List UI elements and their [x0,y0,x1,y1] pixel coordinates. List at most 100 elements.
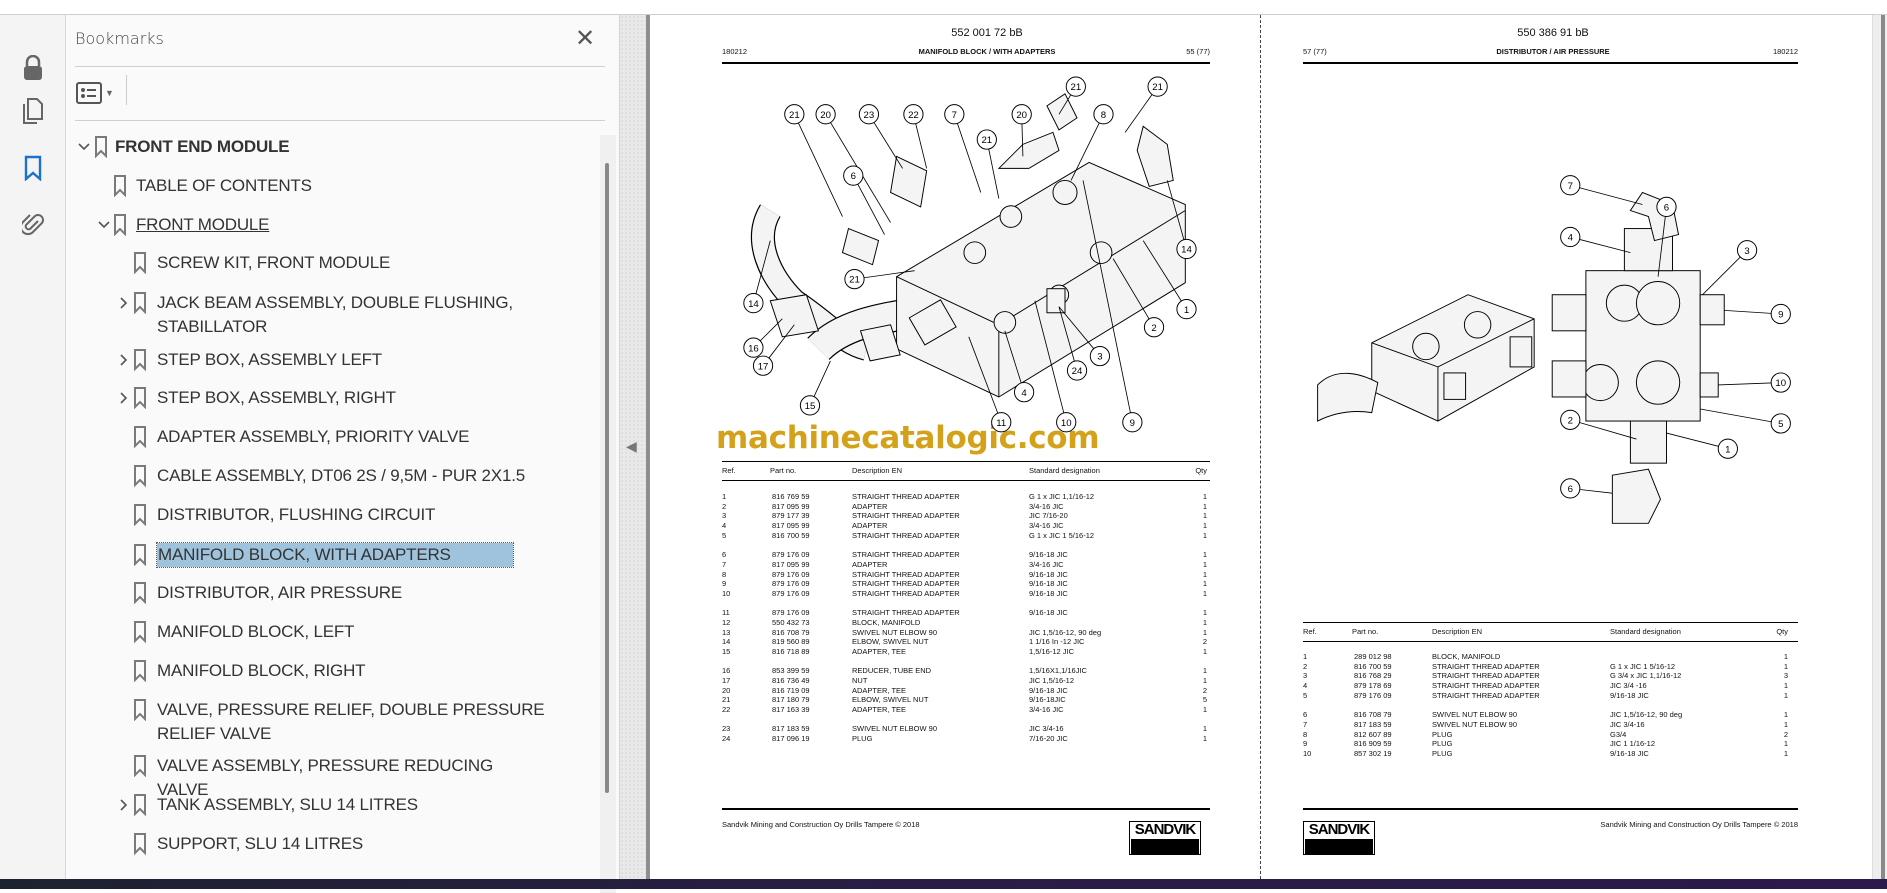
callout: 20 [815,104,891,223]
bookmark-icon[interactable] [13,150,53,186]
part-number-cell: 816 736 49 [772,676,810,685]
bookmark-item[interactable]: STEP BOX, ASSEMBLY, RIGHT [66,386,596,412]
chevron-right-icon[interactable] [117,386,131,417]
bookmark-item[interactable]: VALVE ASSEMBLY, PRESSURE REDUCING VALVE [66,754,596,799]
bookmark-item[interactable]: VALVE, PRESSURE RELIEF, DOUBLE PRESSURE … [66,698,596,748]
leader-line [857,183,885,235]
close-panel-button[interactable]: ✕ [571,25,599,53]
callout-circle [1013,382,1035,403]
ref-cell: 3 [722,511,727,521]
panel-splitter[interactable]: ◀ [620,15,650,879]
chevron-right-icon[interactable] [117,291,131,322]
ref-cell: 7 [1303,719,1308,729]
qty-cell: 1 [1783,681,1788,691]
description-cell: SWIVEL NUT ELBOW 90 [852,724,938,734]
qty-cell: 1 [1202,734,1207,744]
callout-label: 21 [789,110,800,121]
bookmark-item[interactable]: TABLE OF CONTENTS [66,174,596,200]
callout-label: 9 [1130,418,1135,429]
description-cell: STRAIGHT THREAD ADAPTER [1432,690,1540,700]
leader-line [830,122,891,223]
callout-label: 14 [1181,245,1192,256]
designation-cell: 9/16-18 JIC [1610,690,1649,700]
leader-line [813,360,831,397]
bookmark-options-button[interactable]: ▼ [76,79,116,107]
callout-label: 21 [1070,82,1081,93]
bookmark-item[interactable]: TANK ASSEMBLY, SLU 14 LITRES [66,793,596,819]
designation-cell: JIC 3/4 -16 [1610,681,1647,691]
bookmark-item[interactable]: MANIFOLD BLOCK, RIGHT [66,659,596,685]
part-number-cell: 879 177 39 [772,511,810,521]
chevron-down-icon[interactable] [97,213,111,244]
bookmark-item[interactable]: DISTRIBUTOR, AIR PRESSURE [66,581,596,607]
callout: 10 [1034,300,1077,433]
callout: 4 [1004,330,1035,403]
description-cell: STRAIGHT THREAD ADAPTER [852,588,960,598]
ref-cell: 16 [722,666,731,676]
leader-line [1657,216,1666,277]
ref-cell: 10 [722,588,731,598]
leader-line [1058,94,1072,115]
collapse-panel-icon[interactable]: ◀ [626,438,640,458]
callout: 6 [1560,478,1613,499]
scrollbar-thumb[interactable] [1881,15,1885,879]
page-divider [1260,15,1261,879]
part-number-cell: 816 700 59 [1354,661,1392,671]
bookmark-label: DISTRIBUTOR, FLUSHING CIRCUIT [157,505,436,524]
bookmark-item[interactable]: MANIFOLD BLOCK, LEFT [66,620,596,646]
callout-circle [844,268,865,290]
leader-line [1579,422,1637,440]
bookmark-icon [113,214,127,243]
bookmark-list-scrollbar[interactable] [600,135,616,893]
callout-circle [1560,409,1581,430]
callout: 1 [1142,240,1197,320]
callout-circle [1176,299,1197,320]
designation-cell: G 3/4 x JIC 1,1/16-12 [1610,671,1682,681]
scrollbar-thumb[interactable] [605,163,609,793]
part-number-cell: 816 768 29 [1354,671,1392,681]
bookmark-item[interactable]: CABLE ASSEMBLY, DT06 2S / 9,5M - PUR 2X1… [66,464,596,490]
designation-cell: 9/16-18 JIC [1029,569,1068,579]
ref-cell: 21 [722,695,731,705]
qty-cell: 1 [1202,579,1207,589]
bookmark-item[interactable]: FRONT END MODULE [66,135,596,161]
description-cell: ADAPTER [852,521,888,531]
attachment-icon[interactable] [13,206,53,242]
leader-line [755,240,771,294]
bookmark-item[interactable]: SUPPORT, SLU 14 LITRES [66,832,596,858]
part-number-cell: 853 399 59 [772,666,810,676]
leader-line [1124,94,1153,133]
part-number-cell: 816 708 79 [772,627,810,637]
ref-cell: 2 [722,501,727,511]
bookmark-icon [133,349,147,378]
chevron-right-icon[interactable] [117,793,131,824]
leader-line [759,318,783,342]
bookmark-item[interactable]: SCREW KIT, FRONT MODULE [66,251,596,277]
chevron-right-icon[interactable] [117,348,131,379]
bookmark-item[interactable]: DISTRIBUTOR, FLUSHING CIRCUIT [66,503,596,529]
callout: 21 [1058,76,1086,115]
description-cell: STRAIGHT THREAD ADAPTER [1432,671,1540,681]
bookmark-item[interactable]: STEP BOX, ASSEMBLY LEFT [66,348,596,374]
callout: 9 [1724,303,1791,325]
bookmark-item[interactable]: MANIFOLD BLOCK, WITH ADAPTERS [66,542,596,569]
lock-icon[interactable] [13,50,53,86]
callout-circle [743,293,764,314]
part-number-cell: 816 718 89 [772,647,810,656]
description-cell: ADAPTER [852,501,888,511]
table-header: Ref. [722,466,736,475]
bookmark-item[interactable]: JACK BEAM ASSEMBLY, DOUBLE FLUSHING, STA… [66,291,596,341]
pages-icon[interactable] [13,93,53,129]
bookmark-item[interactable]: FRONT MODULE [66,213,596,239]
bookmark-item[interactable]: ADAPTER ASSEMBLY, PRIORITY VALVE [66,425,596,451]
ref-cell: 8 [722,569,727,579]
ref-cell: 6 [1303,710,1308,720]
ref-cell: 7 [722,559,727,569]
chevron-down-icon[interactable] [77,135,91,166]
callout: 8 [1070,104,1114,181]
ref-cell: 1 [722,492,727,501]
qty-cell: 1 [1202,492,1207,501]
callout: 17 [752,324,795,376]
callout-label: 21 [981,135,992,146]
document-scrollbar[interactable] [1872,15,1887,879]
